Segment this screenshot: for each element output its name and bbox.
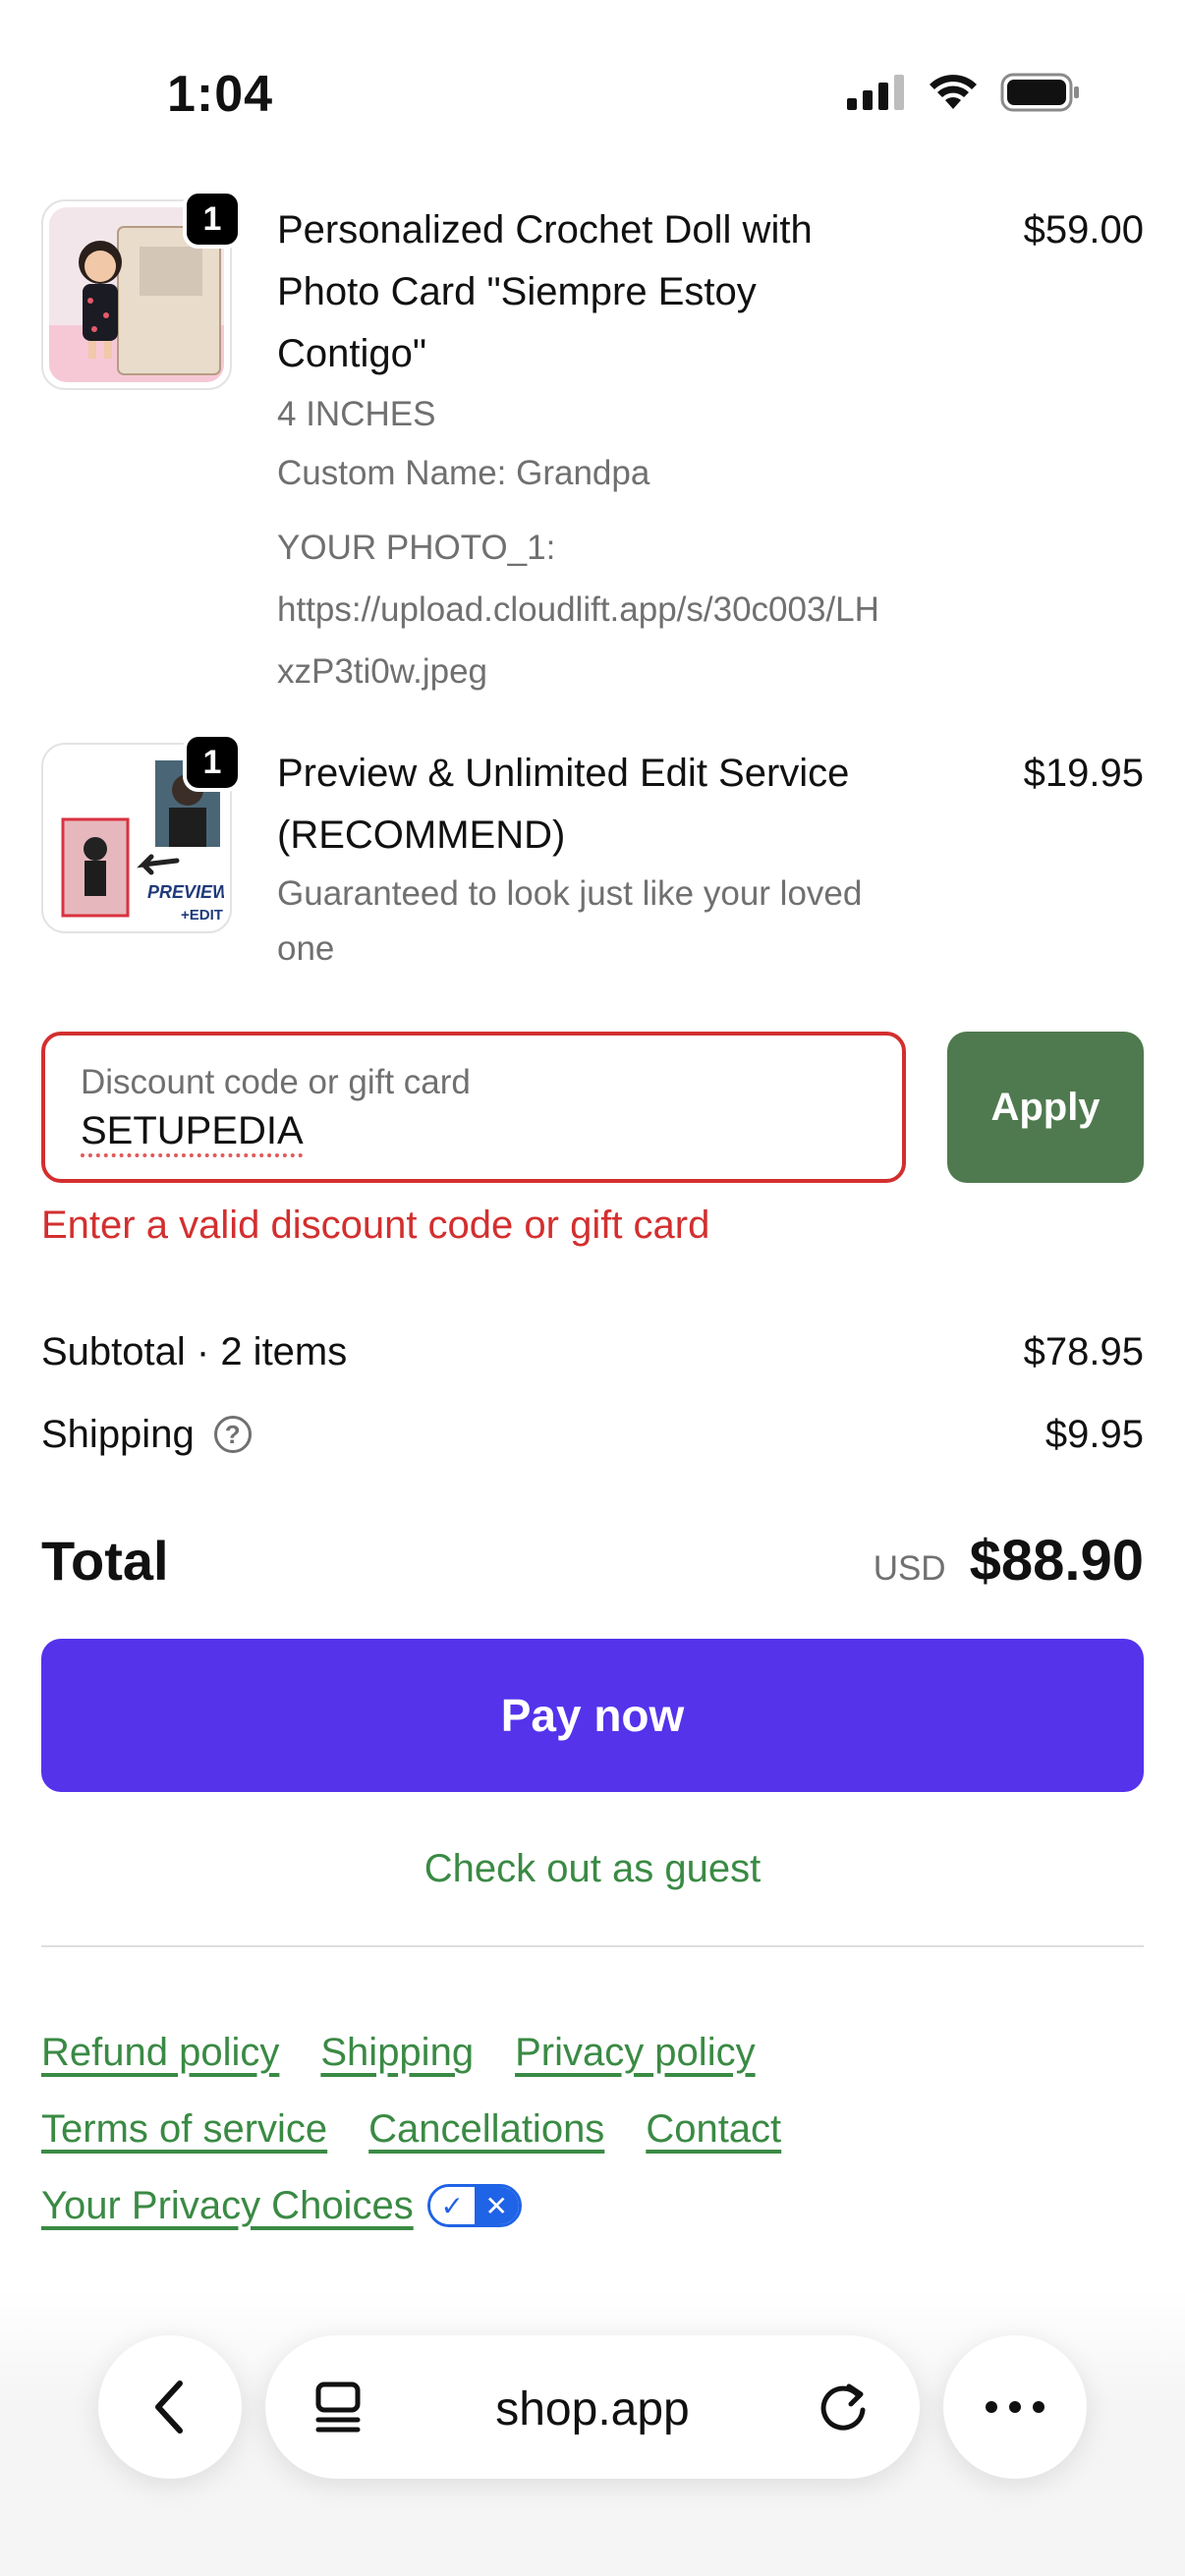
- address-bar[interactable]: shop.app: [265, 2335, 920, 2479]
- shipping-row: Shipping ? $9.95: [41, 1407, 1144, 1462]
- chevron-left-icon: [155, 2380, 183, 2434]
- total-row: Total USD $88.90: [41, 1523, 1144, 1597]
- refund-policy-link[interactable]: Refund policy: [41, 2031, 279, 2075]
- preview-text: PREVIEW: [147, 882, 224, 902]
- item-title-line: Photo Card "Siempre Estoy: [277, 270, 757, 313]
- item-title-line: Contigo": [277, 332, 427, 375]
- battery-icon: [1000, 73, 1079, 112]
- item-description-line: one: [277, 929, 335, 968]
- shipping-label: Shipping: [41, 1412, 195, 1456]
- footer-links: Refund policy Shipping Privacy policy Te…: [41, 2014, 1144, 2244]
- status-time: 1:04: [167, 66, 274, 123]
- more-options-button[interactable]: [943, 2335, 1087, 2479]
- subtotal-row: Subtotal · 2 items $78.95: [41, 1324, 1144, 1379]
- item-custom-name: Custom Name: Grandpa: [277, 454, 650, 492]
- item-price: $59.00: [1023, 208, 1144, 252]
- item-description-line: Guaranteed to look just like your loved: [277, 874, 863, 913]
- reload-icon[interactable]: [816, 2379, 873, 2436]
- help-icon[interactable]: ?: [213, 1416, 252, 1453]
- discount-placeholder: Discount code or gift card: [81, 1063, 471, 1101]
- cancellations-link[interactable]: Cancellations: [368, 2107, 604, 2152]
- back-button[interactable]: [98, 2335, 242, 2479]
- cellular-signal-icon: [847, 75, 904, 110]
- ellipsis-icon: [986, 2401, 1044, 2413]
- discount-code-input[interactable]: Discount code or gift card SETUPEDIA: [41, 1032, 906, 1183]
- line-item: PREVIEW +EDIT 1 Preview & Unlimited Edit…: [41, 733, 1144, 979]
- quantity-badge: 1: [183, 190, 242, 249]
- terms-of-service-link[interactable]: Terms of service: [41, 2107, 327, 2152]
- item-photo-label: YOUR PHOTO_1:: [277, 529, 556, 567]
- item-price: $19.95: [1023, 752, 1144, 795]
- subtotal-value: $78.95: [1023, 1329, 1144, 1373]
- total-value: $88.90: [969, 1528, 1144, 1593]
- privacy-policy-link[interactable]: Privacy policy: [515, 2031, 756, 2075]
- contact-link[interactable]: Contact: [646, 2107, 781, 2152]
- privacy-choices-link[interactable]: Your Privacy Choices: [41, 2184, 414, 2228]
- item-title-line: Preview & Unlimited Edit Service: [277, 752, 850, 795]
- apply-button[interactable]: Apply: [947, 1032, 1144, 1183]
- item-details: Preview & Unlimited Edit Service (RECOMM…: [277, 743, 965, 977]
- discount-error: Enter a valid discount code or gift card: [41, 1204, 710, 1247]
- item-variant: 4 INCHES: [277, 395, 436, 433]
- divider: [41, 1945, 1144, 1947]
- status-bar: 1:04: [0, 0, 1185, 187]
- item-photo-url-line: xzP3ti0w.jpeg: [277, 652, 488, 691]
- status-icons: [847, 73, 1081, 112]
- currency-code: USD: [873, 1548, 946, 1588]
- total-label: Total: [41, 1529, 169, 1592]
- edit-text: +EDIT: [181, 907, 223, 924]
- discount-value[interactable]: SETUPEDIA: [81, 1104, 867, 1157]
- privacy-choices-icon[interactable]: ✓ ✕: [426, 2184, 522, 2227]
- subtotal-label: Subtotal · 2 items: [41, 1329, 348, 1373]
- item-title-line: Personalized Crochet Doll with: [277, 208, 813, 252]
- item-title-line: (RECOMMEND): [277, 813, 566, 857]
- product-thumbnail: PREVIEW +EDIT 1: [41, 733, 242, 933]
- shipping-value: $9.95: [1044, 1412, 1144, 1456]
- wifi-icon: [930, 75, 977, 109]
- item-details: Personalized Crochet Doll with Photo Car…: [277, 199, 965, 702]
- product-thumbnail: 1: [41, 190, 242, 390]
- quantity-badge: 1: [183, 733, 242, 792]
- checkout-as-guest-link[interactable]: Check out as guest: [0, 1847, 1185, 1891]
- item-photo-url-line: https://upload.cloudlift.app/s/30c003/LH: [277, 590, 879, 629]
- shipping-link[interactable]: Shipping: [320, 2031, 474, 2075]
- pay-now-button[interactable]: Pay now: [41, 1639, 1144, 1792]
- line-item: 1 Personalized Crochet Doll with Photo C…: [41, 190, 1144, 702]
